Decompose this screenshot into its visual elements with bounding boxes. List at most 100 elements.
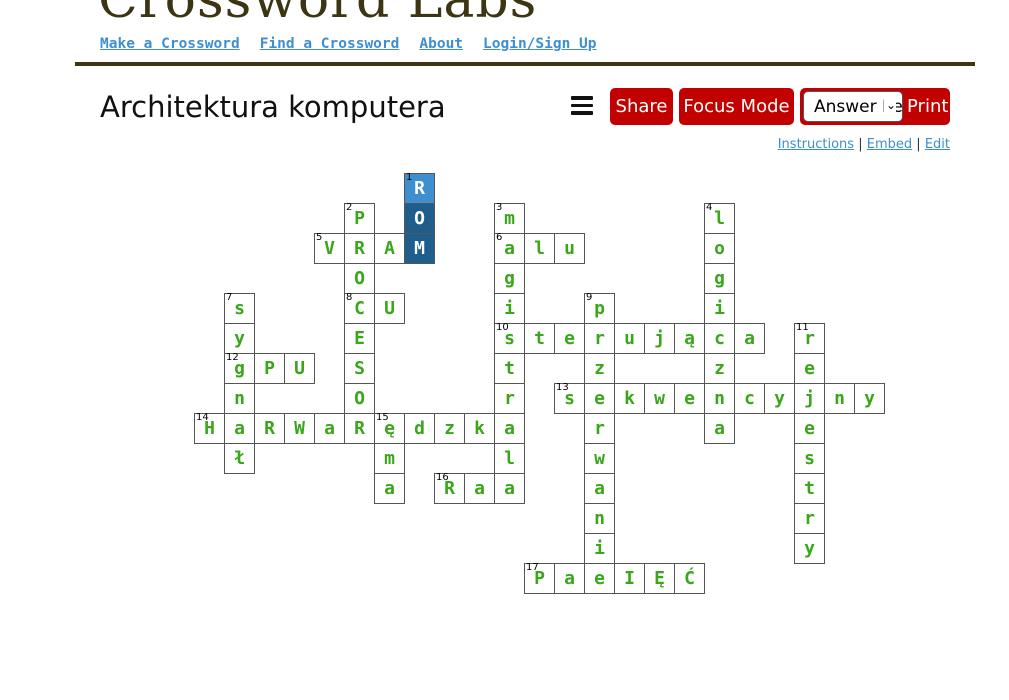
grid-cell[interactable]: n — [824, 383, 855, 414]
answer-key-select[interactable]: Answer Key ⌄ — [803, 91, 903, 122]
grid-cell[interactable]: i — [704, 293, 735, 324]
grid-cell[interactable]: 11 r — [794, 323, 825, 354]
print-button[interactable]: Print — [907, 96, 948, 117]
edit-link[interactable]: Edit — [925, 137, 950, 152]
grid-cell[interactable]: 7s — [224, 293, 255, 324]
grid-cell[interactable]: s — [794, 443, 825, 474]
grid-cell[interactable]: z — [584, 353, 615, 384]
grid-cell[interactable]: y — [794, 533, 825, 564]
grid-cell[interactable]: a — [554, 563, 585, 594]
grid-cell[interactable]: e — [584, 383, 615, 414]
grid-cell[interactable]: R — [254, 413, 285, 444]
grid-cell[interactable]: z — [434, 413, 465, 444]
grid-cell[interactable]: g — [704, 263, 735, 294]
grid-cell[interactable]: r — [584, 413, 615, 444]
grid-cell[interactable]: w — [644, 383, 675, 414]
grid-cell[interactable]: R — [344, 233, 375, 264]
grid-cell[interactable]: t — [794, 473, 825, 504]
grid-cell[interactable]: n — [584, 503, 615, 534]
grid-cell[interactable]: j — [794, 383, 825, 414]
grid-cell[interactable]: a — [494, 413, 525, 444]
grid-cell[interactable]: c — [734, 383, 765, 414]
grid-cell[interactable]: U — [284, 353, 315, 384]
grid-cell[interactable]: O — [344, 263, 375, 294]
grid-cell[interactable]: e — [794, 353, 825, 384]
grid-cell[interactable]: a — [734, 323, 765, 354]
nav-about[interactable]: About — [419, 36, 463, 52]
grid-cell[interactable]: a — [374, 473, 405, 504]
grid-cell[interactable]: 6a — [494, 233, 525, 264]
grid-cell[interactable]: e — [794, 413, 825, 444]
hamburger-menu-icon[interactable] — [571, 96, 593, 116]
grid-cell[interactable]: r — [794, 503, 825, 534]
grid-cell[interactable]: o — [704, 233, 735, 264]
grid-cell[interactable]: g — [494, 263, 525, 294]
grid-cell[interactable]: a — [224, 413, 255, 444]
grid-cell[interactable]: e — [674, 383, 705, 414]
grid-cell[interactable]: u — [614, 323, 645, 354]
grid-cell[interactable]: t — [524, 323, 555, 354]
grid-cell[interactable]: O — [404, 203, 435, 234]
grid-cell[interactable]: j — [644, 323, 675, 354]
grid-cell[interactable]: O — [344, 383, 375, 414]
grid-cell[interactable]: e — [584, 563, 615, 594]
grid-cell[interactable]: 3m — [494, 203, 525, 234]
nav-find-crossword[interactable]: Find a Crossword — [260, 36, 400, 52]
grid-cell[interactable]: W — [284, 413, 315, 444]
share-button[interactable]: Share — [610, 88, 673, 125]
grid-cell[interactable]: 13 s — [554, 383, 585, 414]
grid-cell[interactable]: U — [374, 293, 405, 324]
grid-cell[interactable]: E — [344, 323, 375, 354]
grid-cell[interactable]: d — [404, 413, 435, 444]
grid-cell[interactable]: Ć — [674, 563, 705, 594]
nav-login[interactable]: Login/Sign Up — [483, 36, 597, 52]
grid-cell[interactable]: y — [764, 383, 795, 414]
grid-cell[interactable]: 2P — [344, 203, 375, 234]
grid-cell[interactable]: M — [404, 233, 435, 264]
grid-cell[interactable]: n — [224, 383, 255, 414]
grid-cell[interactable]: a — [704, 413, 735, 444]
grid-cell[interactable]: y — [224, 323, 255, 354]
grid-cell[interactable]: 5V — [314, 233, 345, 264]
grid-cell[interactable]: 1R — [404, 173, 435, 204]
grid-cell[interactable]: m — [374, 443, 405, 474]
grid-cell[interactable]: c — [704, 323, 735, 354]
grid-cell[interactable]: ą — [674, 323, 705, 354]
grid-cell[interactable]: e — [554, 323, 585, 354]
grid-cell[interactable]: 9p — [584, 293, 615, 324]
grid-cell[interactable]: t — [494, 353, 525, 384]
embed-link[interactable]: Embed — [867, 137, 912, 152]
grid-cell[interactable]: Ę — [644, 563, 675, 594]
grid-cell[interactable]: k — [614, 383, 645, 414]
grid-cell[interactable]: a — [314, 413, 345, 444]
grid-cell[interactable]: I — [614, 563, 645, 594]
grid-cell[interactable]: a — [494, 473, 525, 504]
grid-cell[interactable]: y — [854, 383, 885, 414]
grid-cell[interactable]: A — [374, 233, 405, 264]
grid-cell[interactable]: w — [584, 443, 615, 474]
grid-cell[interactable]: a — [464, 473, 495, 504]
grid-cell[interactable]: 4l — [704, 203, 735, 234]
grid-cell[interactable]: 14 H — [194, 413, 225, 444]
grid-cell[interactable]: S — [344, 353, 375, 384]
instructions-link[interactable]: Instructions — [778, 137, 854, 152]
grid-cell[interactable]: 15 ę — [374, 413, 405, 444]
grid-cell[interactable]: R — [344, 413, 375, 444]
nav-make-crossword[interactable]: Make a Crossword — [100, 36, 240, 52]
grid-cell[interactable]: n — [704, 383, 735, 414]
grid-cell[interactable]: r — [584, 323, 615, 354]
grid-cell[interactable]: 12 g — [224, 353, 255, 384]
grid-cell[interactable]: 10 s — [494, 323, 525, 354]
grid-cell[interactable]: 16 R — [434, 473, 465, 504]
grid-cell[interactable]: a — [584, 473, 615, 504]
grid-cell[interactable]: k — [464, 413, 495, 444]
grid-cell[interactable]: 17 P — [524, 563, 555, 594]
grid-cell[interactable]: ł — [224, 443, 255, 474]
grid-cell[interactable]: r — [494, 383, 525, 414]
grid-cell[interactable]: l — [494, 443, 525, 474]
grid-cell[interactable]: i — [494, 293, 525, 324]
focus-mode-button[interactable]: Focus Mode — [679, 88, 794, 125]
grid-cell[interactable]: u — [554, 233, 585, 264]
grid-cell[interactable]: l — [524, 233, 555, 264]
site-logo[interactable]: Crossword Labs — [98, 0, 537, 26]
